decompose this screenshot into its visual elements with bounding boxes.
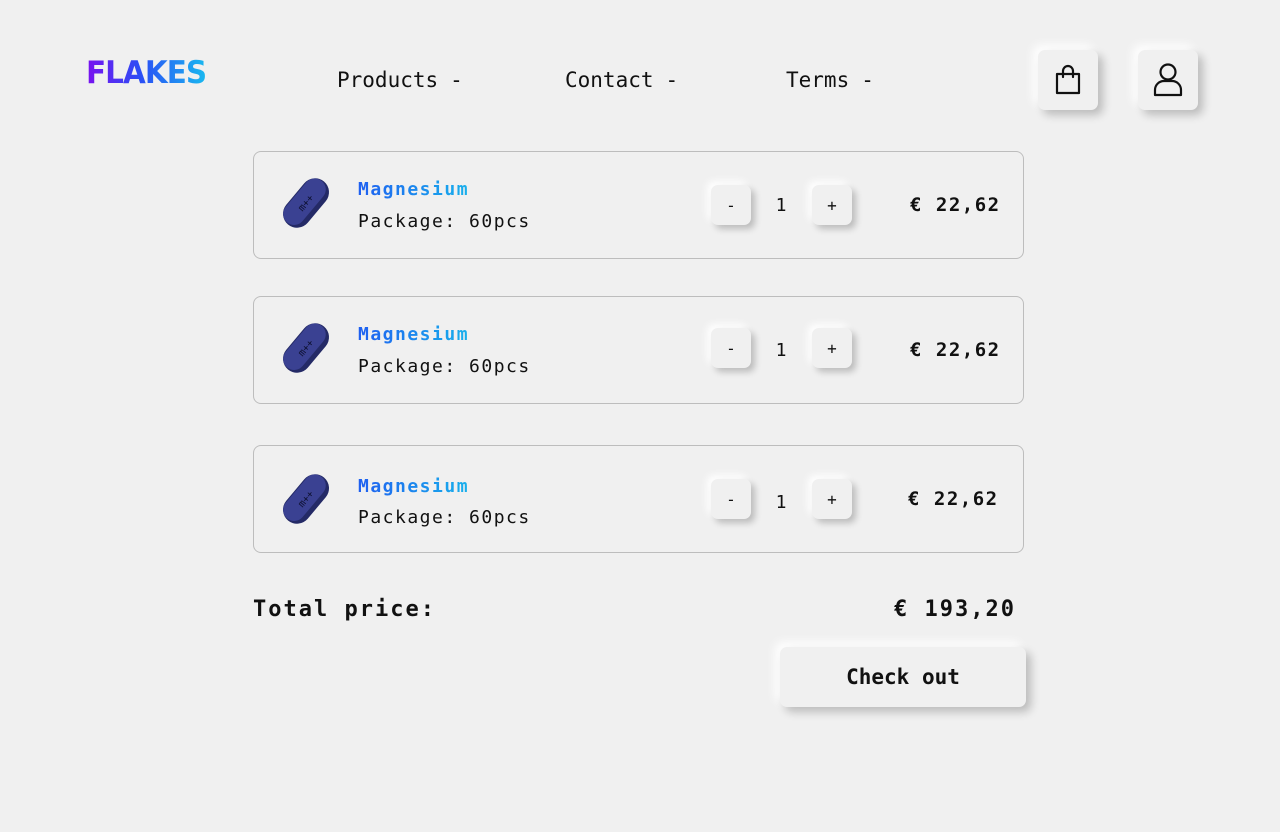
- cart-item: m++ Magnesium Package: 60pcs - 1 + € 22,…: [253, 151, 1024, 259]
- item-price: € 22,62: [908, 488, 999, 510]
- total-price-value: € 193,20: [894, 597, 1016, 622]
- product-package: Package: 60pcs: [358, 507, 531, 528]
- cart-button[interactable]: [1038, 50, 1098, 110]
- decrease-quantity-button[interactable]: -: [711, 185, 751, 225]
- product-name[interactable]: Magnesium: [358, 476, 469, 497]
- nav-terms[interactable]: Terms -: [786, 68, 874, 92]
- quantity-value: 1: [775, 195, 787, 216]
- chevron-down-icon: -: [450, 68, 463, 92]
- product-package: Package: 60pcs: [358, 211, 531, 232]
- shopping-bag-icon: [1055, 64, 1081, 95]
- user-icon: [1153, 63, 1183, 97]
- chevron-down-icon: -: [861, 68, 874, 92]
- product-package: Package: 60pcs: [358, 356, 531, 377]
- quantity-value: 1: [775, 492, 787, 513]
- quantity-value: 1: [775, 340, 787, 361]
- cart-item: m++ Magnesium Package: 60pcs - 1 + € 22,…: [253, 296, 1024, 404]
- product-name[interactable]: Magnesium: [358, 324, 469, 345]
- increase-quantity-button[interactable]: +: [812, 328, 852, 368]
- decrease-quantity-button[interactable]: -: [711, 328, 751, 368]
- nav-contact-label: Contact: [565, 68, 654, 92]
- nav-products-label: Products: [337, 68, 439, 92]
- checkout-button[interactable]: Check out: [780, 647, 1026, 707]
- nav-terms-label: Terms: [786, 68, 850, 92]
- nav-products[interactable]: Products -: [337, 68, 463, 92]
- increase-quantity-button[interactable]: +: [812, 479, 852, 519]
- product-name[interactable]: Magnesium: [358, 179, 469, 200]
- pill-image: m++: [283, 474, 329, 524]
- item-price: € 22,62: [910, 194, 1001, 216]
- cart-item: m++ Magnesium Package: 60pcs - 1 + € 22,…: [253, 445, 1024, 553]
- decrease-quantity-button[interactable]: -: [711, 479, 751, 519]
- account-button[interactable]: [1138, 50, 1198, 110]
- item-price: € 22,62: [910, 339, 1001, 361]
- pill-image: m++: [283, 178, 329, 228]
- chevron-down-icon: -: [665, 68, 679, 92]
- total-price-label: Total price:: [253, 597, 436, 622]
- nav-contact[interactable]: Contact -: [565, 68, 678, 92]
- pill-image: m++: [283, 323, 329, 373]
- brand-logo[interactable]: FLAKES: [86, 58, 207, 89]
- increase-quantity-button[interactable]: +: [812, 185, 852, 225]
